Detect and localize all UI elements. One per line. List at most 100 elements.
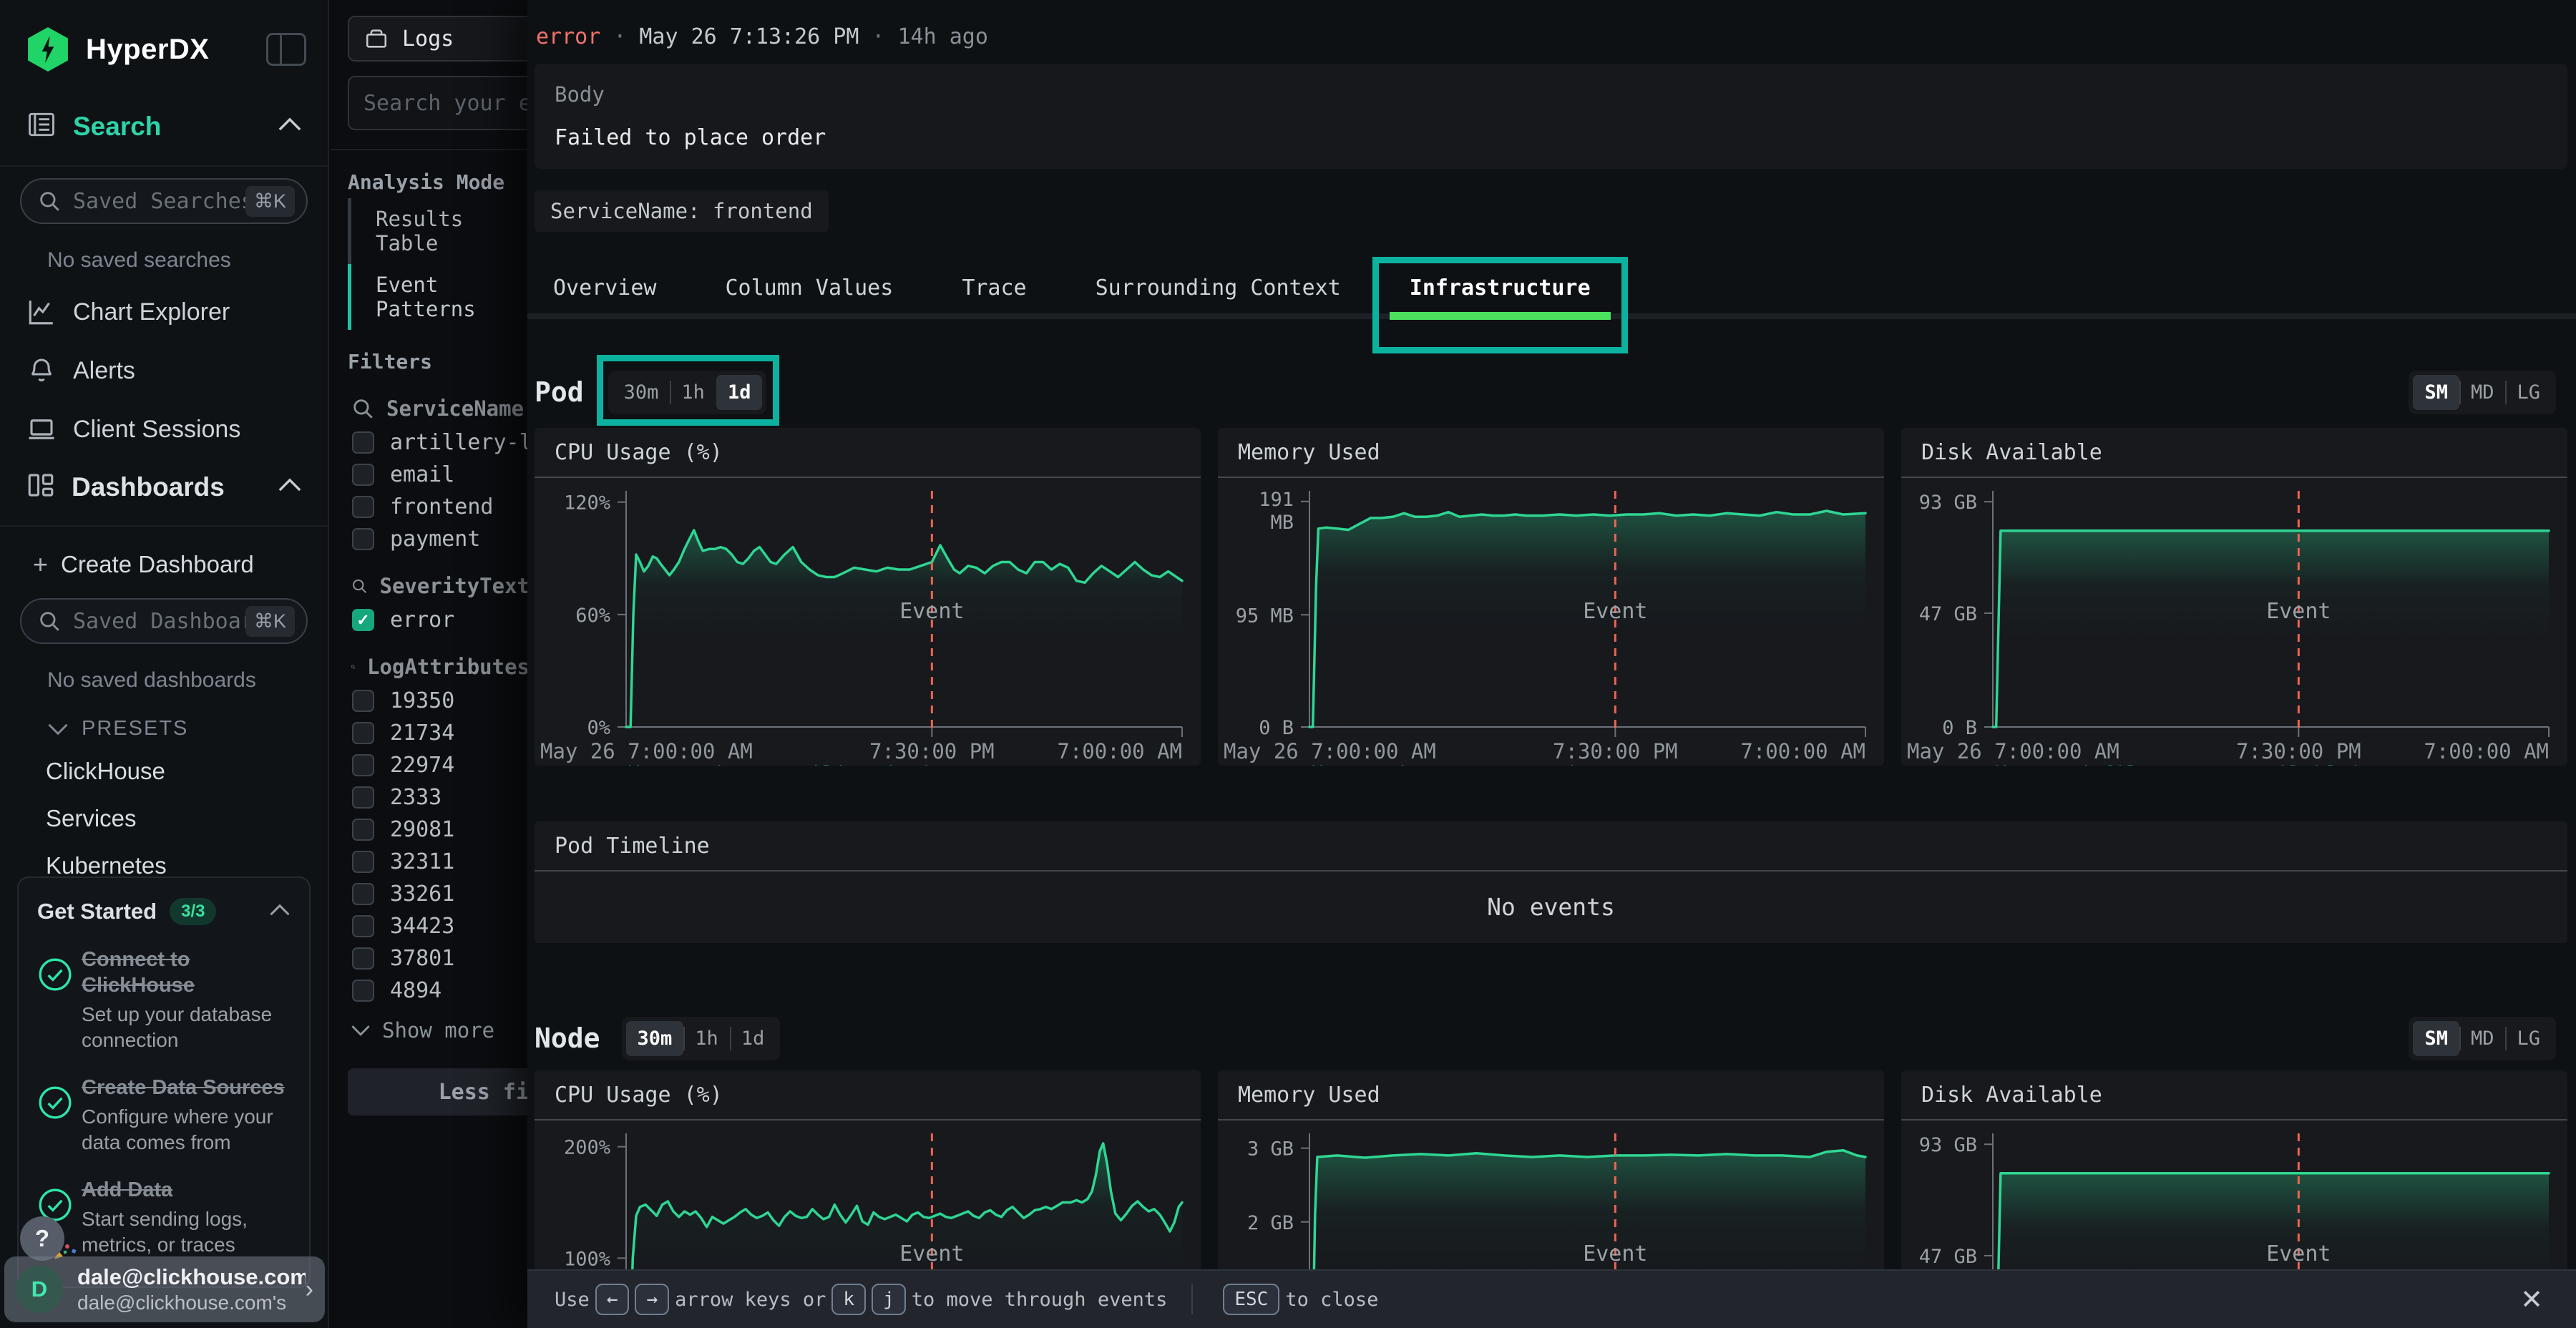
filter-value-row[interactable]: payment xyxy=(331,523,530,555)
pod-range-1d[interactable]: 1d xyxy=(716,375,763,410)
analysis-mode-event-patterns[interactable]: Event Patterns xyxy=(348,264,530,330)
timeline-empty-text: No events xyxy=(1487,893,1615,921)
node-range-1d[interactable]: 1d xyxy=(730,1021,776,1056)
no-saved-searches: No saved searches xyxy=(0,235,328,283)
filter-group-name: LogAttributes xyxy=(367,655,530,679)
checkbox[interactable] xyxy=(352,464,374,486)
less-filters-button[interactable]: Less filters xyxy=(348,1068,530,1115)
svg-text:3 GB: 3 GB xyxy=(1247,1138,1294,1161)
checkbox[interactable] xyxy=(352,819,374,841)
checkbox[interactable] xyxy=(352,947,374,970)
tab-infrastructure[interactable]: Infrastructure xyxy=(1410,275,1591,319)
chevron-up-icon[interactable] xyxy=(278,477,302,497)
collapse-sidebar-icon[interactable] xyxy=(266,33,306,66)
svg-text:93 GB: 93 GB xyxy=(1919,492,1977,514)
chart-plot[interactable]: 0 B95 MB191MBMay 26 7:00:00 AM7:30:00 PM… xyxy=(1218,478,1884,766)
analysis-mode-label: Analysis Mode xyxy=(331,150,530,198)
pod-range-1h[interactable]: 1h xyxy=(670,375,716,410)
chart-svg[interactable]: 0 B47 GB93 GBMay 26 7:00:00 AM7:30:00 PM… xyxy=(1901,478,2567,764)
event-marker-label: Event xyxy=(2266,1241,2331,1266)
preset-services[interactable]: Services xyxy=(0,795,328,842)
checkbox[interactable] xyxy=(352,883,374,905)
get-started-badge: 3/3 xyxy=(170,898,216,925)
pod-range-30m[interactable]: 30m xyxy=(613,375,670,410)
filter-value-row[interactable]: 21734 xyxy=(331,717,530,749)
sidebar-item-dashboards[interactable]: Dashboards xyxy=(0,459,328,519)
node-range-1h[interactable]: 1h xyxy=(683,1021,730,1056)
preset-clickhouse[interactable]: ClickHouse xyxy=(0,748,328,795)
filter-value-row[interactable]: 19350 xyxy=(331,685,530,717)
presets-toggle[interactable]: PRESETS xyxy=(0,703,328,748)
create-dashboard-button[interactable]: + Create Dashboard xyxy=(0,532,328,587)
svg-text:0 B: 0 B xyxy=(1942,717,1977,739)
pod-size-sm[interactable]: SM xyxy=(2413,375,2459,410)
tab-column-values[interactable]: Column Values xyxy=(726,275,894,319)
show-more-toggle[interactable]: Show more xyxy=(331,1007,530,1050)
checkbox[interactable] xyxy=(352,690,374,712)
checkbox-checked[interactable]: ✓ xyxy=(352,609,374,631)
chevron-up-icon[interactable] xyxy=(278,117,302,136)
filter-value-row[interactable]: 37801 xyxy=(331,942,530,975)
filter-value-row[interactable]: 33261 xyxy=(331,878,530,910)
filter-value-row[interactable]: 4894 xyxy=(331,975,530,1007)
node-size-lg[interactable]: LG xyxy=(2505,1021,2552,1056)
sidebar-item-alerts[interactable]: Alerts xyxy=(0,341,328,400)
chevron-up-icon[interactable] xyxy=(269,903,291,921)
pod-size-md[interactable]: MD xyxy=(2459,375,2506,410)
sidebar-item-label: Alerts xyxy=(73,357,135,385)
checkbox[interactable] xyxy=(352,431,374,454)
node-range-wrap: 30m1h1d xyxy=(622,1017,781,1060)
pod-charts-row: CPU Usage (%)0%60%120%May 26 7:00:00 AM7… xyxy=(535,428,2567,766)
get-started-item-title: Add Data xyxy=(82,1177,291,1203)
filter-value-row[interactable]: 34423 xyxy=(331,910,530,942)
chart-svg[interactable]: 0 B95 MB191MBMay 26 7:00:00 AM7:30:00 PM… xyxy=(1218,478,1884,764)
filter-value-row[interactable]: 22974 xyxy=(331,749,530,781)
presets-label: PRESETS xyxy=(82,717,188,741)
chart-plot[interactable]: 0%60%120%May 26 7:00:00 AM7:30:00 PM7:00… xyxy=(535,478,1201,766)
filter-value-label: 29081 xyxy=(390,817,454,842)
sidebar-item-client-sessions[interactable]: Client Sessions xyxy=(0,400,328,459)
filter-value-row[interactable]: ✓error xyxy=(331,604,530,636)
close-icon[interactable]: ✕ xyxy=(2520,1284,2543,1316)
node-size-sm[interactable]: SM xyxy=(2413,1021,2459,1056)
chart-plot[interactable]: 0 B47 GB93 GBMay 26 7:00:00 AM7:30:00 PM… xyxy=(1901,478,2567,766)
search-icon xyxy=(351,574,368,598)
checkbox[interactable] xyxy=(352,915,374,937)
node-range-30m[interactable]: 30m xyxy=(626,1021,684,1056)
tab-surrounding-context[interactable]: Surrounding Context xyxy=(1096,275,1341,319)
checkbox[interactable] xyxy=(352,786,374,809)
checkbox[interactable] xyxy=(352,496,374,518)
filter-value-row[interactable]: frontend xyxy=(331,491,530,523)
filter-value-row[interactable]: 32311 xyxy=(331,846,530,878)
event-search-input[interactable]: Search your ev xyxy=(348,76,530,130)
node-size-md[interactable]: MD xyxy=(2459,1021,2506,1056)
hyperdx-logo-icon xyxy=(26,27,70,72)
sidebar-item-chart-explorer[interactable]: Chart Explorer xyxy=(0,283,328,341)
shortcut-badge: ⌘K xyxy=(245,606,295,637)
pod-disk-chart-card: Disk Available0 B47 GB93 GBMay 26 7:00:0… xyxy=(1901,428,2567,766)
checkbox[interactable] xyxy=(352,528,374,550)
event-marker-label: Event xyxy=(1583,1241,1647,1266)
chart-svg[interactable]: 0%60%120%May 26 7:00:00 AM7:30:00 PM7:00… xyxy=(535,478,1201,764)
filter-value-row[interactable]: email xyxy=(331,459,530,491)
saved-dashboards-input[interactable]: Saved Dashboards ⌘K xyxy=(20,598,308,644)
tab-overview[interactable]: Overview xyxy=(553,275,657,319)
checkbox[interactable] xyxy=(352,722,374,744)
service-name-chip[interactable]: ServiceName: frontend xyxy=(535,190,829,232)
help-button[interactable]: ? xyxy=(20,1216,64,1261)
filter-value-label: frontend xyxy=(390,494,494,519)
analysis-mode-results-table[interactable]: Results Table xyxy=(348,198,530,264)
checkbox[interactable] xyxy=(352,851,374,873)
checkbox[interactable] xyxy=(352,754,374,776)
tab-trace[interactable]: Trace xyxy=(962,275,1026,319)
pod-size-lg[interactable]: LG xyxy=(2505,375,2552,410)
svg-text:May 26 7:00:00 AM: May 26 7:00:00 AM xyxy=(1224,739,1436,763)
saved-searches-input[interactable]: Saved Searches ⌘K xyxy=(20,178,308,224)
source-select[interactable]: Logs xyxy=(348,16,530,62)
filter-value-row[interactable]: 2333 xyxy=(331,781,530,814)
filter-value-row[interactable]: 29081 xyxy=(331,814,530,846)
filter-value-row[interactable]: artillery-loa xyxy=(331,426,530,459)
sidebar-item-search[interactable]: Search xyxy=(0,93,328,160)
checkbox[interactable] xyxy=(352,980,374,1002)
user-menu[interactable]: D dale@clickhouse.com dale@clickhouse.co… xyxy=(4,1256,325,1322)
